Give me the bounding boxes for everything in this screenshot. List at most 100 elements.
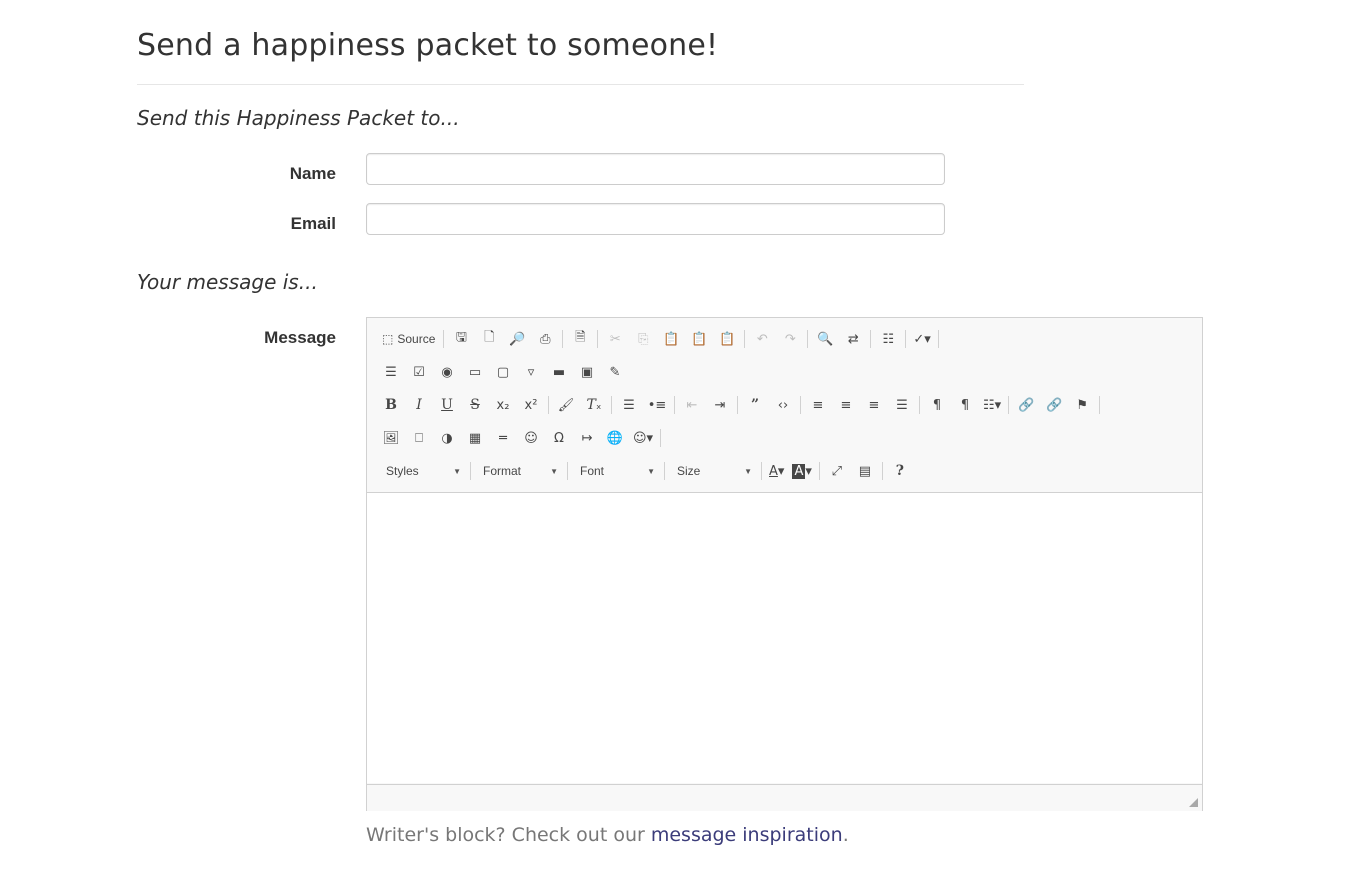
iframe-icon[interactable]: 🌐: [601, 426, 629, 450]
bulleted-list-icon[interactable]: •≡: [643, 393, 671, 417]
toolbar-separator: [881, 462, 883, 480]
background-color-icon[interactable]: A ▾: [788, 459, 815, 483]
toolbar-separator: [548, 396, 549, 414]
outdent-icon[interactable]: ⇤: [678, 393, 706, 417]
caret-down-icon: ▼: [744, 466, 752, 476]
align-right-icon[interactable]: ≡: [860, 393, 888, 417]
toolbar-separator: [870, 330, 872, 348]
toolbar-separator: [567, 462, 568, 480]
text-direction-rtl-icon[interactable]: ¶: [951, 393, 979, 417]
cut-icon[interactable]: ✂: [601, 327, 629, 351]
strikethrough-icon[interactable]: S: [461, 393, 489, 417]
toolbar-separator: [660, 429, 662, 447]
special-character-icon[interactable]: Ω: [545, 426, 573, 450]
templates-icon[interactable]: 🗎: [566, 327, 594, 351]
underline-icon[interactable]: U: [433, 393, 461, 417]
toolbar-separator: [744, 330, 746, 348]
image-icon[interactable]: 🖼: [377, 426, 405, 450]
image-button-icon[interactable]: ▣: [573, 360, 601, 384]
language-icon[interactable]: ☷▾: [979, 393, 1005, 417]
hidden-field-icon[interactable]: ✎: [601, 360, 629, 384]
source-button[interactable]: ⬚ Source: [377, 327, 440, 351]
radio-icon[interactable]: ◉: [433, 360, 461, 384]
embed-icon[interactable]: ◑: [433, 426, 461, 450]
format-combo-label: Format: [483, 464, 522, 478]
select-all-icon[interactable]: ☷: [874, 327, 902, 351]
italic-icon[interactable]: I: [405, 393, 433, 417]
page-title: Send a happiness packet to someone!: [137, 28, 719, 63]
paste-word-icon[interactable]: 📋: [713, 327, 741, 351]
toolbar-separator: [737, 396, 738, 414]
subscript-icon[interactable]: x₂: [489, 393, 517, 417]
remove-format-icon[interactable]: Tₓ: [580, 393, 608, 417]
form-icon[interactable]: ☰: [377, 360, 405, 384]
hint-suffix: .: [842, 824, 849, 846]
print-icon[interactable]: ⎙: [531, 327, 559, 351]
preview-icon[interactable]: 🔎: [503, 327, 531, 351]
email-input[interactable]: [366, 203, 945, 235]
numbered-list-icon[interactable]: ☰: [615, 393, 643, 417]
copy-formatting-icon[interactable]: 🖌: [552, 393, 580, 417]
blockquote-icon[interactable]: ”: [741, 393, 769, 417]
spell-check-icon[interactable]: ✓▾: [909, 327, 934, 351]
caret-down-icon: ▼: [647, 466, 655, 476]
editor-toolbar: ⬚ Source 🖫 🗋 🔎 ⎙ 🗎 ✂ ⎘ 📋 📋 📋 ↶ ↷ 🔍 ⇄ ☷ ✓…: [367, 318, 1202, 493]
styles-combo[interactable]: Styles ▼: [377, 459, 467, 483]
paste-text-icon[interactable]: 📋: [685, 327, 713, 351]
superscript-icon[interactable]: x²: [517, 393, 545, 417]
paste-icon[interactable]: 📋: [657, 327, 685, 351]
horizontal-line-icon[interactable]: ═: [489, 426, 517, 450]
show-blocks-icon[interactable]: ▤: [851, 459, 879, 483]
rich-text-editor: ⬚ Source 🖫 🗋 🔎 ⎙ 🗎 ✂ ⎘ 📋 📋 📋 ↶ ↷ 🔍 ⇄ ☷ ✓…: [366, 317, 1203, 811]
text-field-icon[interactable]: ▭: [461, 360, 489, 384]
new-page-icon[interactable]: 🗋: [475, 327, 503, 351]
flash-icon[interactable]: ⎕: [405, 426, 433, 450]
indent-icon[interactable]: ⇥: [706, 393, 734, 417]
toolbar-row-1: ⬚ Source 🖫 🗋 🔎 ⎙ 🗎 ✂ ⎘ 📋 📋 📋 ↶ ↷ 🔍 ⇄ ☷ ✓…: [377, 325, 942, 353]
page-break-icon[interactable]: ↦: [573, 426, 601, 450]
toolbar-separator: [800, 396, 801, 414]
resize-handle-icon[interactable]: [1189, 798, 1198, 807]
text-direction-ltr-icon[interactable]: ¶: [923, 393, 951, 417]
unlink-icon[interactable]: 🔗: [1040, 393, 1068, 417]
inspiration-hint: Writer's block? Check out our message in…: [366, 824, 849, 846]
source-icon: ⬚: [382, 332, 394, 346]
message-label: Message: [264, 328, 336, 347]
maximize-icon[interactable]: ⤢: [823, 459, 851, 483]
recipient-section-heading: Send this Happiness Packet to...: [137, 106, 460, 130]
format-combo[interactable]: Format ▼: [474, 459, 564, 483]
font-combo-label: Font: [580, 464, 605, 478]
copy-icon[interactable]: ⎘: [629, 327, 657, 351]
select-field-icon[interactable]: ▿: [517, 360, 545, 384]
button-icon[interactable]: ▬: [545, 360, 573, 384]
toolbar-separator: [674, 396, 675, 414]
div-container-icon[interactable]: ‹›: [769, 393, 797, 417]
text-color-icon[interactable]: A ▾: [765, 459, 788, 483]
size-combo[interactable]: Size ▼: [668, 459, 758, 483]
name-input[interactable]: [366, 153, 945, 185]
toolbar-separator: [611, 396, 612, 414]
message-inspiration-link[interactable]: message inspiration: [651, 824, 843, 846]
justify-icon[interactable]: ☰: [888, 393, 916, 417]
help-icon[interactable]: ?: [886, 459, 914, 483]
anchor-flag-icon[interactable]: ⚑: [1068, 393, 1096, 417]
link-icon[interactable]: 🔗: [1012, 393, 1040, 417]
name-label: Name: [289, 164, 336, 183]
caret-down-icon: ▼: [453, 466, 461, 476]
align-left-icon[interactable]: ≡: [804, 393, 832, 417]
undo-icon[interactable]: ↶: [748, 327, 776, 351]
toolbar-separator: [597, 330, 599, 348]
align-center-icon[interactable]: ≡: [832, 393, 860, 417]
smiley-icon[interactable]: ☺: [517, 426, 545, 450]
replace-icon[interactable]: ⇄: [839, 327, 867, 351]
table-icon[interactable]: ▦: [461, 426, 489, 450]
textarea-icon[interactable]: ▢: [489, 360, 517, 384]
emoji-icon[interactable]: ☺▾: [629, 426, 657, 450]
font-combo[interactable]: Font ▼: [571, 459, 661, 483]
save-icon[interactable]: 🖫: [447, 327, 475, 351]
redo-icon[interactable]: ↷: [776, 327, 804, 351]
bold-icon[interactable]: B: [377, 393, 405, 417]
find-icon[interactable]: 🔍: [811, 327, 839, 351]
editor-content-area[interactable]: [367, 493, 1202, 783]
checkbox-icon[interactable]: ☑: [405, 360, 433, 384]
